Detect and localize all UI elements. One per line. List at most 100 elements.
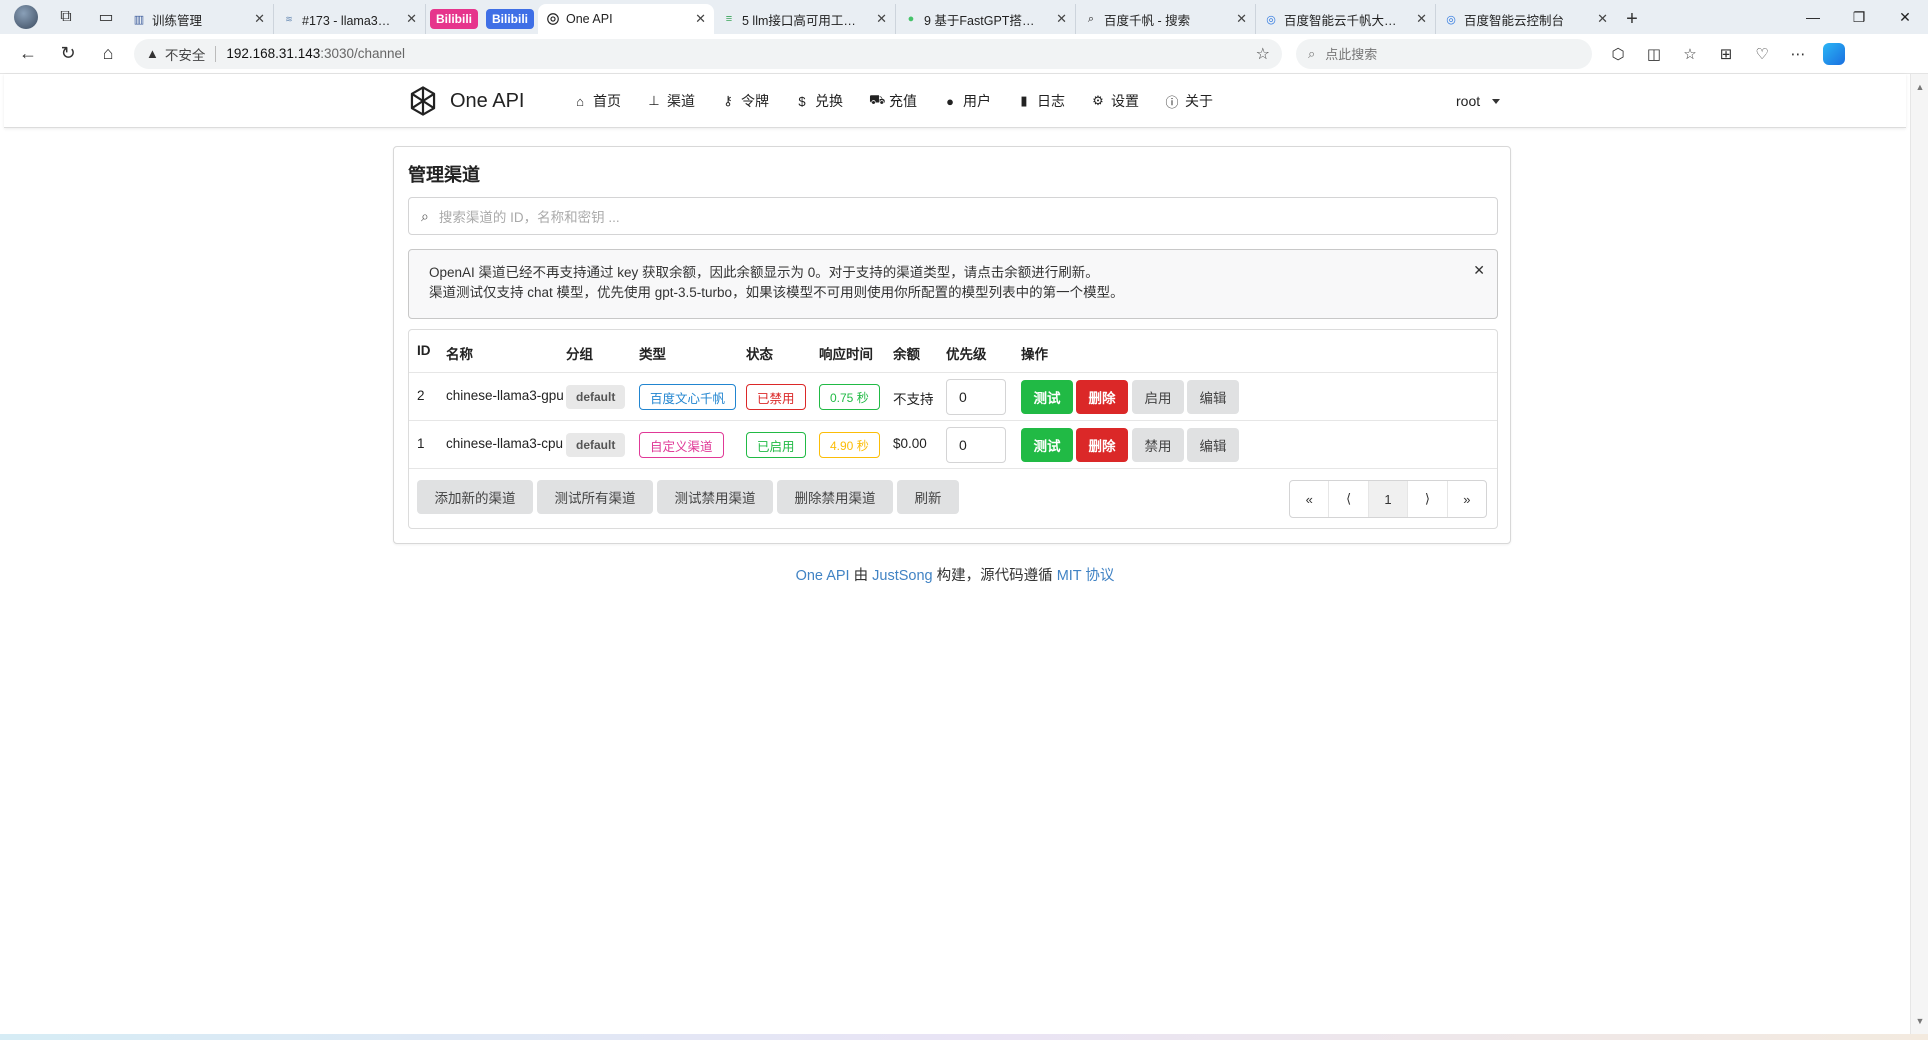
next-page-button[interactable]: ⟩ (1408, 481, 1448, 517)
test-button[interactable]: 测试 (1021, 380, 1073, 414)
menu-item-about[interactable]: ⓘ 关于 (1152, 74, 1226, 128)
favorites-icon[interactable]: ☆ (1672, 39, 1708, 69)
menu-item-channels[interactable]: ⊥ 渠道 (634, 74, 708, 128)
search-placeholder: 点此搜索 (1325, 47, 1378, 62)
edit-button[interactable]: 编辑 (1187, 428, 1239, 462)
disable-button[interactable]: 禁用 (1132, 428, 1184, 462)
browser-tab[interactable]: ● 9 基于FastGPT搭建RAG ✕ (896, 4, 1076, 34)
close-icon[interactable]: ✕ (1473, 260, 1485, 280)
column-header-name[interactable]: 名称 (446, 343, 473, 363)
footer-author-link[interactable]: JustSong (872, 568, 932, 584)
restore-button[interactable]: ❐ (1836, 0, 1882, 34)
response-time-label[interactable]: 0.75 秒 (819, 384, 880, 410)
back-button[interactable]: ← (8, 37, 48, 71)
new-tab-button[interactable]: + (1616, 4, 1648, 34)
book-icon: ▮ (1020, 93, 1028, 108)
close-icon[interactable]: ✕ (406, 11, 417, 27)
column-header-balance[interactable]: 余额 (893, 343, 920, 363)
browser-tab-active[interactable]: One API ✕ (538, 4, 714, 34)
menu-item-tokens[interactable]: ⚷ 令牌 (708, 74, 782, 128)
menu-item-topup[interactable]: ⛟ 充值 (856, 74, 930, 128)
split-screen-icon[interactable]: ◫ (1636, 39, 1672, 69)
menu-item-home[interactable]: ⌂ 首页 (560, 74, 634, 128)
collections-icon[interactable]: ⊞ (1708, 39, 1744, 69)
column-header-id[interactable]: ID (417, 343, 431, 358)
close-icon[interactable]: ✕ (1056, 11, 1067, 27)
browser-tab-pinned[interactable]: Bilibili (426, 4, 482, 34)
first-page-button[interactable]: « (1290, 481, 1330, 517)
browser-tab[interactable]: ≋ #173 - llama3仿openai ✕ (274, 4, 426, 34)
caret-down-icon (1492, 98, 1501, 104)
footer-brand-link[interactable]: One API (796, 568, 850, 584)
menu-item-logs[interactable]: ▮ 日志 (1004, 74, 1078, 128)
scroll-up-icon[interactable]: ▲ (1911, 78, 1928, 96)
browser-tab[interactable]: ▥ 训练管理 ✕ (124, 4, 274, 34)
tab-title: 训练管理 (152, 13, 203, 28)
notice-line: OpenAI 渠道已经不再支持通过 key 获取余额，因此余额显示为 0。对于支… (429, 265, 1099, 280)
footer-license-link[interactable]: MIT 协议 (1057, 568, 1115, 584)
browser-search-box[interactable]: ⌕ 点此搜索 (1296, 38, 1592, 69)
minimize-button[interactable]: — (1790, 0, 1836, 34)
delete-button[interactable]: 删除 (1076, 428, 1128, 462)
last-page-button[interactable]: » (1448, 481, 1486, 517)
menu-item-settings[interactable]: ⚙ 设置 (1078, 74, 1152, 128)
copilot-icon[interactable] (1816, 39, 1852, 69)
status-badge: 已启用 (746, 432, 806, 458)
bilibili-badge: Bilibili (430, 9, 478, 29)
column-header-priority[interactable]: 优先级 (946, 343, 987, 363)
column-header-response-time[interactable]: 响应时间 (819, 343, 873, 363)
page-scrollbar[interactable]: ▲ ▼ (1910, 74, 1928, 1034)
browser-tab[interactable]: ≡ 5 llm接口高可用工程实 ✕ (714, 4, 896, 34)
workspaces-icon[interactable]: ⧉ (48, 2, 84, 32)
browser-tab[interactable]: ◎ 百度智能云控制台 ✕ (1436, 4, 1616, 34)
app-logo[interactable]: One API (406, 84, 525, 118)
tab-actions-icon[interactable]: ▭ (88, 2, 124, 32)
menu-item-redeem[interactable]: $ 兑换 (782, 74, 856, 128)
page-number-button[interactable]: 1 (1368, 481, 1409, 517)
close-icon[interactable]: ✕ (1236, 11, 1247, 27)
prev-page-button[interactable]: ⟨ (1329, 481, 1369, 517)
close-icon[interactable]: ✕ (695, 11, 706, 27)
delete-disabled-channels-button[interactable]: 删除禁用渠道 (777, 480, 893, 514)
edit-button[interactable]: 编辑 (1187, 380, 1239, 414)
browser-tab[interactable]: ⌕ 百度千帆 - 搜索 ✕ (1076, 4, 1256, 34)
menu-label: 日志 (1037, 93, 1065, 109)
priority-input[interactable]: 0 (946, 427, 1006, 463)
channel-search-input[interactable]: ⌕ 搜索渠道的 ID，名称和密钥 ... (408, 197, 1498, 235)
extensions-icon[interactable]: ⬡ (1600, 39, 1636, 69)
page-viewport: One API ⌂ 首页 ⊥ 渠道 ⚷ 令牌 $ 兑换 ⛟ 充值 ● 用户 ▮ 日志 ⚙ 设置 … (0, 74, 1910, 1034)
close-window-button[interactable]: ✕ (1882, 0, 1928, 34)
test-button[interactable]: 测试 (1021, 428, 1073, 462)
menu-item-users[interactable]: ● 用户 (930, 74, 1004, 128)
close-icon[interactable]: ✕ (876, 11, 887, 27)
home-button[interactable]: ⌂ (88, 37, 128, 71)
browser-tab[interactable]: ◎ 百度智能云千帆大模型 ✕ (1256, 4, 1436, 34)
favorite-star-icon[interactable]: ☆ (1256, 44, 1270, 64)
column-header-type[interactable]: 类型 (639, 343, 666, 363)
close-icon[interactable]: ✕ (254, 11, 265, 27)
response-time-label[interactable]: 4.90 秒 (819, 432, 880, 458)
menu-label: 渠道 (667, 93, 695, 109)
more-menu-icon[interactable]: ⋯ (1780, 39, 1816, 69)
browser-tab-pinned[interactable]: Bilibili (482, 4, 538, 34)
reload-button[interactable]: ↻ (48, 37, 88, 71)
username: root (1456, 93, 1481, 109)
test-disabled-channels-button[interactable]: 测试禁用渠道 (657, 480, 773, 514)
address-bar[interactable]: ▲ 不安全 192.168.31.143:3030/channel ☆ (134, 38, 1282, 69)
enable-button[interactable]: 启用 (1132, 380, 1184, 414)
delete-button[interactable]: 删除 (1076, 380, 1128, 414)
user-dropdown[interactable]: root (1456, 74, 1501, 128)
priority-input[interactable]: 0 (946, 379, 1006, 415)
refresh-button[interactable]: 刷新 (897, 480, 959, 514)
test-all-channels-button[interactable]: 测试所有渠道 (537, 480, 653, 514)
column-header-group[interactable]: 分组 (566, 343, 593, 363)
scroll-down-icon[interactable]: ▼ (1911, 1012, 1928, 1030)
cloud-favicon-icon: ◎ (1446, 13, 1456, 26)
browser-essentials-icon[interactable]: ♡ (1744, 39, 1780, 69)
column-header-status[interactable]: 状态 (746, 343, 773, 363)
add-channel-button[interactable]: 添加新的渠道 (417, 480, 533, 514)
close-icon[interactable]: ✕ (1597, 11, 1608, 27)
close-icon[interactable]: ✕ (1416, 11, 1427, 27)
balance-value[interactable]: $0.00 (893, 436, 927, 451)
profile-avatar[interactable] (8, 2, 44, 32)
